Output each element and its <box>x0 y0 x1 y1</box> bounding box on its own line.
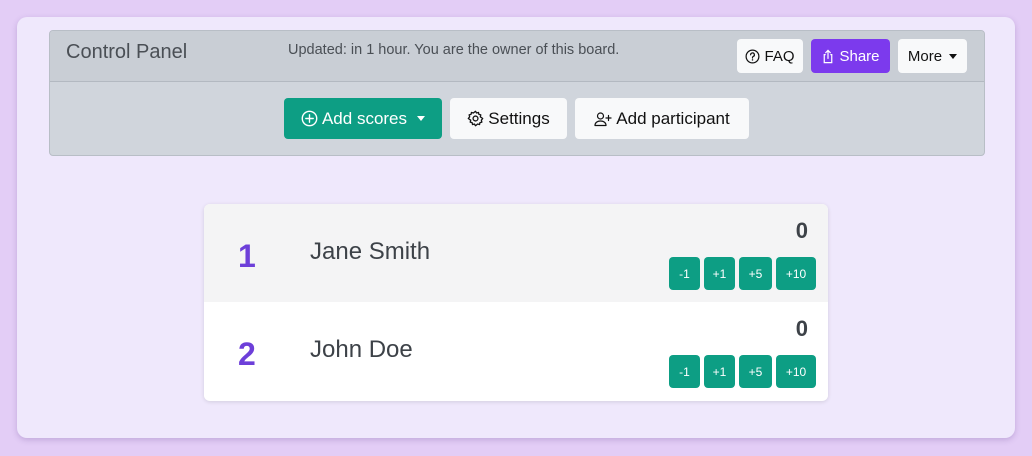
control-panel-header: Control Panel Updated: in 1 hour. You ar… <box>50 31 984 82</box>
main-card: Control Panel Updated: in 1 hour. You ar… <box>17 17 1015 438</box>
settings-button[interactable]: Settings <box>450 98 567 139</box>
add-scores-label: Add scores <box>321 108 408 128</box>
minus-1-button[interactable]: -1 <box>669 355 700 388</box>
control-panel: Control Panel Updated: in 1 hour. You ar… <box>49 30 985 156</box>
plus-10-button[interactable]: +10 <box>776 355 816 388</box>
settings-label: Settings <box>488 108 550 128</box>
chevron-down-icon <box>417 116 426 121</box>
more-dropdown-button[interactable]: More <box>898 39 967 73</box>
add-participant-button[interactable]: Add participant <box>575 98 749 139</box>
share-button[interactable]: Share <box>811 39 890 73</box>
faq-button[interactable]: FAQ <box>737 39 803 73</box>
participant-name[interactable]: Jane Smith <box>310 238 430 266</box>
plus-5-button[interactable]: +5 <box>739 355 772 388</box>
plus-circle-icon <box>301 110 318 127</box>
participant-rank: 1 <box>238 238 256 274</box>
add-scores-button[interactable]: Add scores <box>284 98 442 139</box>
person-plus-icon <box>594 111 612 127</box>
faq-label: FAQ <box>764 47 795 65</box>
participant-score: 0 <box>795 316 808 341</box>
update-status-text: Updated: in 1 hour. You are the owner of… <box>288 42 620 58</box>
scoreboard: 1 Jane Smith 0 -1 +1 +5 +10 2 John Doe 0… <box>204 204 828 401</box>
share-icon <box>821 49 835 64</box>
participant-name[interactable]: John Doe <box>310 336 413 364</box>
plus-10-button[interactable]: +10 <box>776 257 816 290</box>
participant-row: 2 John Doe 0 -1 +1 +5 +10 <box>204 302 828 400</box>
share-label: Share <box>839 47 880 65</box>
panel-title: Control Panel <box>66 41 188 63</box>
more-label: More <box>907 47 943 65</box>
participant-row: 1 Jane Smith 0 -1 +1 +5 +10 <box>204 204 828 302</box>
plus-5-button[interactable]: +5 <box>739 257 772 290</box>
question-circle-icon <box>745 49 760 64</box>
plus-1-button[interactable]: +1 <box>704 355 735 388</box>
participant-rank: 2 <box>238 336 256 372</box>
gear-icon <box>467 110 484 127</box>
plus-1-button[interactable]: +1 <box>704 257 735 290</box>
add-participant-label: Add participant <box>616 108 730 128</box>
participant-score: 0 <box>795 218 808 243</box>
minus-1-button[interactable]: -1 <box>669 257 700 290</box>
chevron-down-icon <box>949 53 958 59</box>
